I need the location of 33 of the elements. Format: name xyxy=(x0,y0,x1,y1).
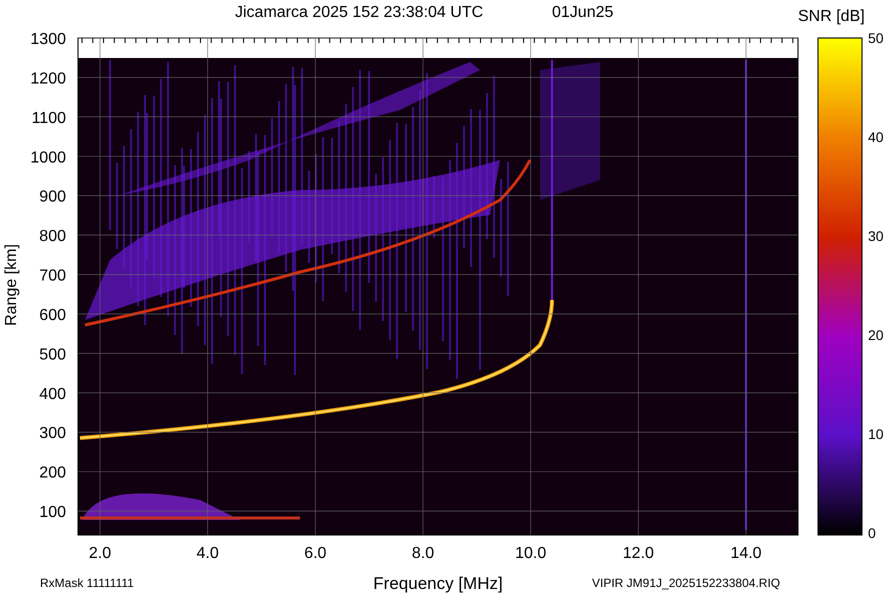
colorbar-tick-label: 20 xyxy=(868,327,884,343)
y-tick-label: 300 xyxy=(39,425,66,442)
y-axis-label: Range [km] xyxy=(3,244,20,326)
y-tick-label: 200 xyxy=(39,464,66,482)
colorbar-tick-label: 50 xyxy=(868,30,884,46)
y-tick-label: 100 xyxy=(39,504,66,522)
plot-title: Jicamarca 2025 152 23:38:04 UTC xyxy=(235,4,484,21)
x-axis-label: Frequency [MHz] xyxy=(373,574,503,593)
x-tick-label: 10.0 xyxy=(515,545,546,562)
x-tick-label: 6.0 xyxy=(304,545,326,562)
y-tick-label: 1200 xyxy=(30,70,66,88)
file-name-label: VIPIR JM91J_2025152233804.RIQ xyxy=(592,576,780,590)
colorbar-tick-label: 0 xyxy=(868,525,876,541)
y-tick-label: 1300 xyxy=(30,31,66,48)
y-tick-label: 800 xyxy=(39,228,66,246)
y-tick-label: 500 xyxy=(39,346,66,364)
x-tick-label: 8.0 xyxy=(412,545,434,562)
y-tick-label: 700 xyxy=(39,268,66,285)
y-tick-label: 900 xyxy=(39,188,66,206)
y-tick-label: 1000 xyxy=(30,149,66,166)
x-tick-label: 4.0 xyxy=(196,545,219,562)
x-tick-label: 12.0 xyxy=(622,545,654,562)
date-label: 01Jun25 xyxy=(552,4,614,21)
colorbar-tick-label: 10 xyxy=(868,426,884,442)
y-tick-label: 400 xyxy=(39,386,66,403)
x-tick-label: 2.0 xyxy=(88,545,112,562)
rx-mask-label: RxMask 11111111 xyxy=(40,576,134,590)
x-tick-label: 14.0 xyxy=(730,545,762,562)
colorbar-label: SNR [dB] xyxy=(798,8,865,25)
y-tick-label: 1100 xyxy=(32,110,66,127)
colorbar-tick-label: 40 xyxy=(868,129,884,145)
y-tick-label: 600 xyxy=(39,306,66,324)
colorbar-tick-label: 30 xyxy=(868,228,884,244)
